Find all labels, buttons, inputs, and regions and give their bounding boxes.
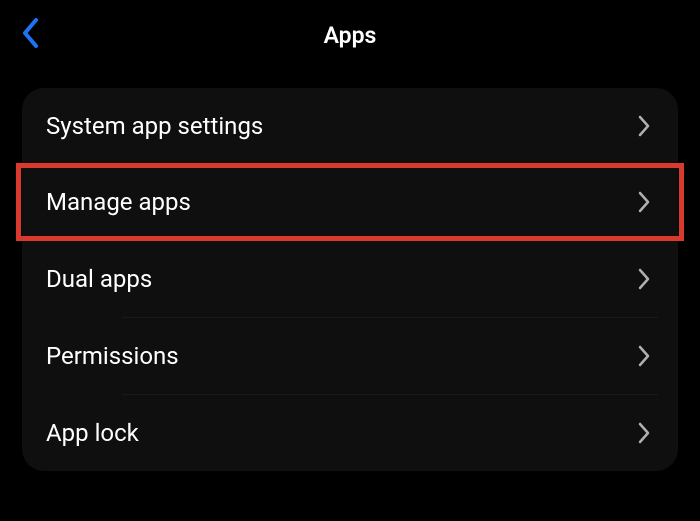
list-item-label: Dual apps — [46, 265, 152, 293]
header: Apps — [0, 0, 700, 70]
page-title: Apps — [324, 22, 377, 49]
settings-list: System app settings Manage apps Dual app… — [22, 88, 678, 471]
list-item-label: App lock — [46, 419, 139, 447]
chevron-right-icon — [638, 268, 650, 290]
list-item-system-app-settings[interactable]: System app settings — [22, 88, 678, 164]
back-icon — [20, 16, 42, 54]
list-item-manage-apps[interactable]: Manage apps — [22, 164, 678, 240]
list-item-permissions[interactable]: Permissions — [22, 318, 678, 394]
chevron-right-icon — [638, 422, 650, 444]
chevron-right-icon — [638, 191, 650, 213]
list-item-label: Manage apps — [46, 188, 191, 216]
chevron-right-icon — [638, 345, 650, 367]
list-item-app-lock[interactable]: App lock — [22, 395, 678, 471]
list-item-label: System app settings — [46, 112, 263, 140]
back-button[interactable] — [20, 16, 42, 54]
list-item-label: Permissions — [46, 342, 179, 370]
chevron-right-icon — [638, 115, 650, 137]
list-item-dual-apps[interactable]: Dual apps — [22, 241, 678, 317]
